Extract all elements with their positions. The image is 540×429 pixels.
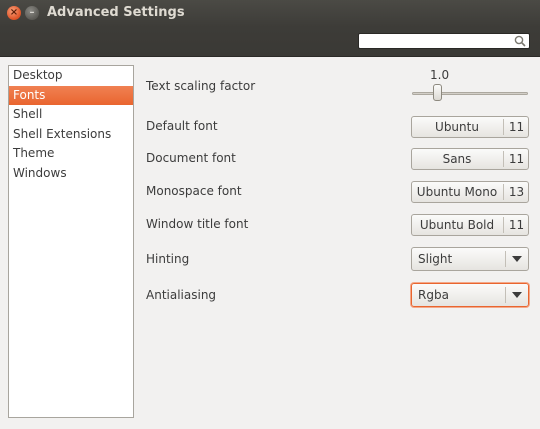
divider xyxy=(505,287,506,303)
default-font-button[interactable]: Ubuntu 11 xyxy=(411,116,529,138)
window-title: Advanced Settings xyxy=(47,5,185,20)
font-size: 13 xyxy=(508,185,525,199)
document-font-row: Document font Sans 11 xyxy=(146,147,530,171)
default-font-row: Default font Ubuntu 11 xyxy=(146,115,530,139)
monospace-font-label: Monospace font xyxy=(146,184,242,198)
window-title-font-button[interactable]: Ubuntu Bold 11 xyxy=(411,214,529,236)
default-font-label: Default font xyxy=(146,119,218,133)
antialiasing-row: Antialiasing Rgba xyxy=(146,283,530,309)
sidebar: Desktop Fonts Shell Shell Extensions The… xyxy=(8,65,134,418)
document-font-label: Document font xyxy=(146,151,236,165)
divider xyxy=(505,251,506,267)
text-scaling-label: Text scaling factor xyxy=(146,79,256,93)
monospace-font-button[interactable]: Ubuntu Mono 13 xyxy=(411,181,529,203)
font-size: 11 xyxy=(508,152,525,166)
sidebar-item-theme[interactable]: Theme xyxy=(9,144,133,164)
font-size: 11 xyxy=(508,218,525,232)
sidebar-item-fonts[interactable]: Fonts xyxy=(9,85,133,105)
antialiasing-value: Rgba xyxy=(418,288,449,302)
sidebar-item-desktop[interactable]: Desktop xyxy=(9,66,133,86)
title-bar[interactable]: × – Advanced Settings xyxy=(0,0,540,27)
sidebar-item-windows[interactable]: Windows xyxy=(9,164,133,184)
close-icon[interactable]: × xyxy=(7,6,21,20)
minimize-icon[interactable]: – xyxy=(25,6,39,20)
text-scaling-value: 1.0 xyxy=(430,68,450,82)
window-title-font-label: Window title font xyxy=(146,217,249,231)
sidebar-item-shell-extensions[interactable]: Shell Extensions xyxy=(9,125,133,145)
sidebar-item-shell[interactable]: Shell xyxy=(9,105,133,125)
monospace-font-row: Monospace font Ubuntu Mono 13 xyxy=(146,180,530,204)
antialiasing-label: Antialiasing xyxy=(146,288,217,302)
font-size: 11 xyxy=(508,120,525,134)
slider-handle[interactable] xyxy=(433,84,442,101)
font-name: Ubuntu Mono xyxy=(416,185,498,199)
search-icon[interactable] xyxy=(514,35,526,47)
window-title-font-row: Window title font Ubuntu Bold 11 xyxy=(146,213,530,237)
hinting-label: Hinting xyxy=(146,252,190,266)
toolbar xyxy=(0,27,540,57)
hinting-row: Hinting Slight xyxy=(146,247,530,273)
document-font-button[interactable]: Sans 11 xyxy=(411,148,529,170)
font-name: Ubuntu xyxy=(435,120,479,134)
chevron-down-icon xyxy=(512,292,522,298)
hinting-value: Slight xyxy=(418,252,453,266)
search-box[interactable] xyxy=(358,33,530,49)
chevron-down-icon xyxy=(512,256,522,262)
font-name: Sans xyxy=(442,152,472,166)
advanced-settings-window: × – Advanced Settings Desktop Fonts Shel… xyxy=(0,0,540,429)
text-scaling-slider[interactable] xyxy=(412,92,528,95)
hinting-dropdown[interactable]: Slight xyxy=(411,247,529,271)
search-input[interactable] xyxy=(359,34,517,49)
font-name: Ubuntu Bold xyxy=(419,218,495,232)
antialiasing-dropdown[interactable]: Rgba xyxy=(411,283,529,307)
